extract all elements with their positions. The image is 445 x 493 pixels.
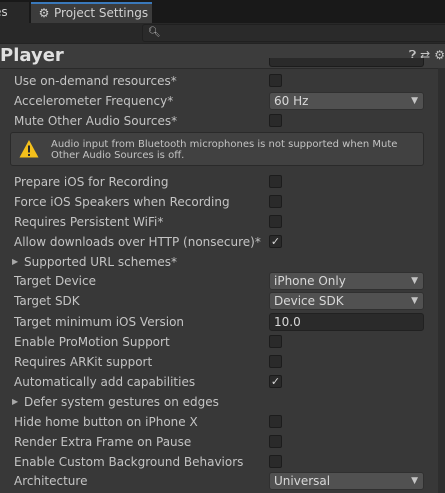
use-on-demand-resources-checkbox[interactable] [269,74,282,87]
settings-menu-icon[interactable]: ⚙ [434,48,445,62]
setting-label: Enable Custom Background Behaviors [14,455,244,469]
mute-other-audio-sources-checkbox[interactable] [269,114,282,127]
setting-row-force-ios-speakers: Force iOS Speakers when Recording [0,192,445,212]
tab-project-settings[interactable]: ⚙ Project Settings [31,2,152,23]
scrollbar[interactable] [438,68,445,493]
enable-promotion-support-checkbox[interactable] [269,335,282,348]
foldout-supported-url-schemes[interactable]: ▶ Supported URL schemes* [0,252,445,272]
chevron-down-icon: ▼ [411,476,418,486]
requires-arkit-support-checkbox[interactable] [269,355,282,368]
chevron-down-icon: ▼ [411,276,418,286]
dropdown-value: iPhone Only [274,274,346,288]
tab-previous[interactable]: es [0,2,29,23]
warning-icon [19,140,39,158]
allow-http-downloads-checkbox[interactable]: ✓ [269,235,282,248]
setting-label: Force iOS Speakers when Recording [14,195,230,209]
search-icon: 🔍︎ [148,27,161,38]
render-extra-frame-checkbox[interactable] [269,435,282,448]
page-title: Player [0,45,64,66]
setting-label: Target Device [14,274,96,288]
setting-label: Enable ProMotion Support [14,335,170,349]
setting-row-enable-promotion-support: Enable ProMotion Support [0,332,445,352]
setting-label: Target minimum iOS Version [14,315,185,329]
setting-label: Requires ARKit support [14,355,153,369]
setting-label: Allow downloads over HTTP (nonsecure)* [14,235,261,249]
setting-row-prepare-ios-for-recording: Prepare iOS for Recording [0,172,445,192]
setting-row-target-sdk: Target SDK Device SDK ▼ [0,291,445,311]
setting-row-target-minimum-ios-version: Target minimum iOS Version 10.0 [0,312,445,332]
setting-row-use-on-demand-resources: Use on-demand resources* [0,71,445,91]
warning-help-box: Audio input from Bluetooth microphones i… [10,132,424,166]
requires-persistent-wifi-checkbox[interactable] [269,215,282,228]
setting-label: Architecture [14,474,88,488]
dropdown-value: 60 Hz [274,94,309,108]
setting-label: Use on-demand resources* [14,74,177,88]
dropdown-value: Device SDK [274,294,344,308]
foldout-arrow-icon: ▶ [12,257,19,266]
setting-row-requires-persistent-wifi: Requires Persistent WiFi* [0,212,445,232]
setting-row-render-extra-frame: Render Extra Frame on Pause [0,432,445,452]
warning-message: Audio input from Bluetooth microphones i… [51,139,398,161]
setting-label: Prepare iOS for Recording [14,175,169,189]
hide-home-button-checkbox[interactable] [269,415,282,428]
accelerometer-frequency-dropdown[interactable]: 60 Hz ▼ [269,92,424,110]
setting-row-target-device: Target Device iPhone Only ▼ [0,271,445,291]
tab-bar: es ⚙ Project Settings [0,0,445,23]
foldout-label: Supported URL schemes* [24,255,178,269]
setting-row-mute-other-audio-sources: Mute Other Audio Sources* [0,111,445,131]
setting-row-allow-http-downloads: Allow downloads over HTTP (nonsecure)* ✓ [0,232,445,252]
tab-project-settings-label: Project Settings [54,6,149,20]
setting-row-hide-home-button: Hide home button on iPhone X [0,412,445,432]
tab-previous-label: es [0,5,8,19]
chevron-down-icon: ▼ [411,96,418,106]
search-bar: 🔍︎ [0,23,445,44]
foldout-defer-system-gestures[interactable]: ▶ Defer system gestures on edges [0,392,445,412]
target-device-dropdown[interactable]: iPhone Only ▼ [269,272,424,290]
setting-row-custom-background-behaviors: Enable Custom Background Behaviors [0,452,445,472]
setting-label: Render Extra Frame on Pause [14,435,192,449]
auto-add-capabilities-checkbox[interactable]: ✓ [269,375,282,388]
search-input[interactable]: 🔍︎ [142,24,445,42]
foldout-label: Defer system gestures on edges [24,395,219,409]
setting-label: Accelerometer Frequency* [14,94,174,108]
setting-row-auto-add-capabilities: Automatically add capabilities ✓ [0,372,445,392]
setting-label: Automatically add capabilities [14,375,196,389]
setting-row-architecture: Architecture Universal ▼ [0,471,445,491]
custom-background-behaviors-checkbox[interactable] [269,455,282,468]
setting-label: Hide home button on iPhone X [14,415,198,429]
chevron-down-icon: ▼ [411,296,418,306]
force-ios-speakers-checkbox[interactable] [269,195,282,208]
dropdown-value: Universal [274,474,331,488]
truncated-field [269,58,424,67]
setting-label: Requires Persistent WiFi* [14,215,164,229]
target-minimum-ios-version-field[interactable]: 10.0 [269,313,424,331]
foldout-arrow-icon: ▶ [12,397,19,406]
setting-row-accelerometer-frequency: Accelerometer Frequency* 60 Hz ▼ [0,91,445,111]
target-sdk-dropdown[interactable]: Device SDK ▼ [269,292,424,310]
setting-row-requires-arkit-support: Requires ARKit support [0,352,445,372]
gear-icon: ⚙ [38,6,50,20]
prepare-ios-for-recording-checkbox[interactable] [269,175,282,188]
setting-label: Mute Other Audio Sources* [14,114,178,128]
architecture-dropdown[interactable]: Universal ▼ [269,472,424,490]
setting-label: Target SDK [14,294,80,308]
